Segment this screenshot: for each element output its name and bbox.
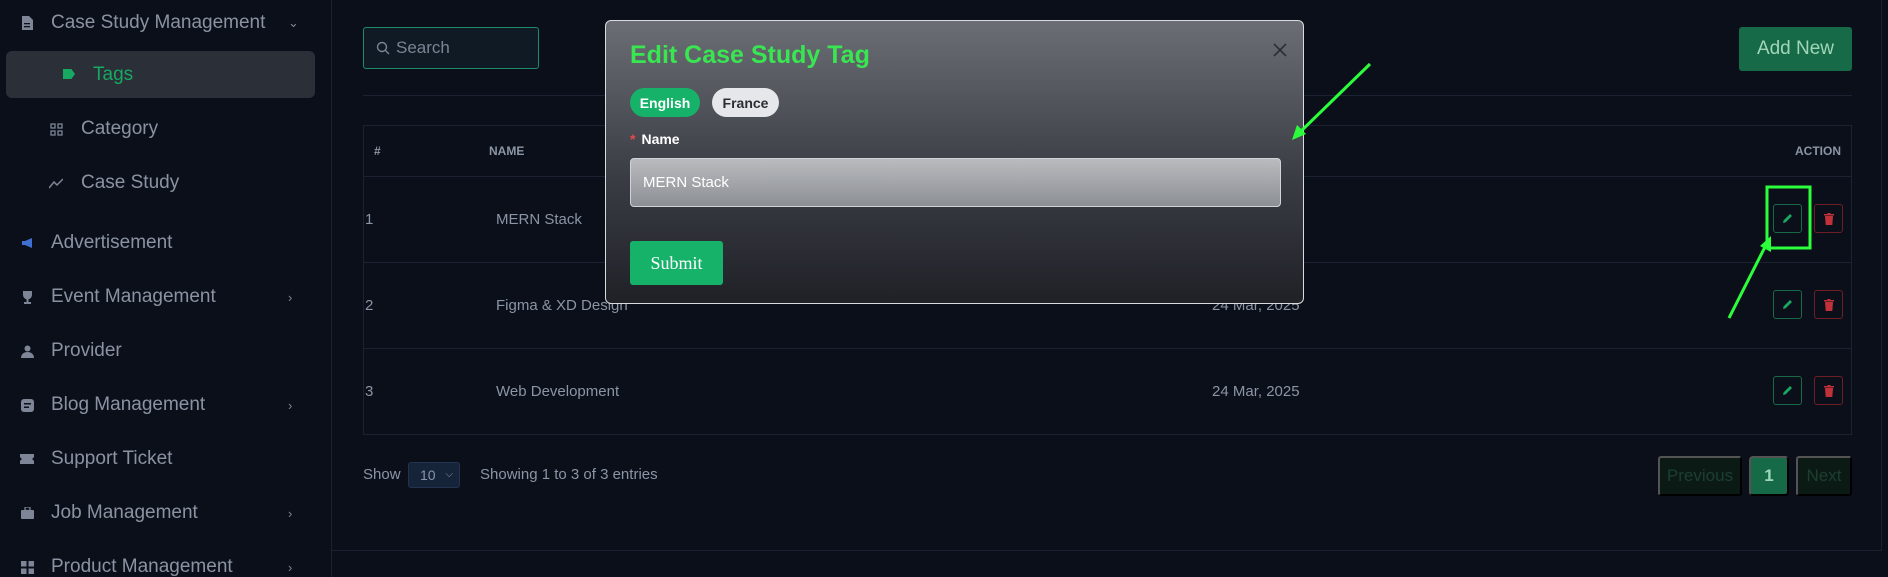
edit-button[interactable] <box>1773 376 1802 405</box>
language-tab-english[interactable]: English <box>630 88 700 117</box>
page-number-button[interactable]: 1 <box>1749 456 1789 496</box>
add-new-button[interactable]: Add New <box>1739 27 1852 71</box>
sidebar-item-tags[interactable]: Tags <box>6 51 315 98</box>
trophy-icon <box>20 290 34 304</box>
sidebar: Case Study Management ⌄ Tags Category Ca… <box>0 0 332 577</box>
previous-page-button[interactable]: Previous <box>1658 456 1742 496</box>
sidebar-item-case-study[interactable]: Case Study <box>0 160 332 206</box>
table-row: 3 Web Development 24 Mar, 2025 <box>364 348 1851 434</box>
sidebar-item-label: Tags <box>93 63 134 85</box>
sidebar-item-label: Case Study Management <box>51 12 266 33</box>
row-number: 2 <box>365 297 374 314</box>
ticket-icon <box>20 452 34 466</box>
name-label-text: Name <box>641 131 680 147</box>
edit-tag-modal: Edit Case Study Tag English France * Name… <box>605 20 1304 304</box>
pencil-icon <box>1783 300 1792 309</box>
search-icon <box>376 41 390 55</box>
pencil-icon <box>1783 386 1792 395</box>
sidebar-item-category[interactable]: Category <box>0 106 332 152</box>
chevron-right-icon: › <box>288 559 293 575</box>
sidebar-item-label: Advertisement <box>51 232 173 253</box>
next-page-button[interactable]: Next <box>1796 456 1852 496</box>
language-tab-france[interactable]: France <box>712 88 779 117</box>
sidebar-item-blog-management[interactable]: Blog Management › <box>0 382 332 428</box>
sidebar-item-advertisement[interactable]: Advertisement <box>0 220 332 266</box>
file-icon <box>20 16 34 30</box>
sidebar-item-provider[interactable]: Provider <box>0 328 332 374</box>
box-icon <box>20 560 34 574</box>
row-name: Web Development <box>496 383 620 400</box>
trash-icon <box>1823 212 1834 225</box>
column-header-number: # <box>374 144 381 158</box>
trend-icon <box>49 176 63 190</box>
page-size-value: 10 <box>420 467 436 483</box>
pencil-icon <box>1783 214 1792 223</box>
sidebar-item-event-management[interactable]: Event Management › <box>0 274 332 320</box>
show-label: Show <box>363 466 401 483</box>
chevron-down-icon: ⌵ <box>445 469 453 480</box>
trash-icon <box>1823 384 1834 397</box>
chevron-right-icon: › <box>288 289 293 305</box>
name-input[interactable] <box>630 158 1281 207</box>
sidebar-item-label: Category <box>81 118 159 139</box>
delete-button[interactable] <box>1814 290 1843 319</box>
search-input[interactable] <box>396 28 536 68</box>
chevron-right-icon: › <box>288 505 293 521</box>
megaphone-icon <box>20 236 34 250</box>
sidebar-item-label: Job Management <box>51 502 198 523</box>
delete-button[interactable] <box>1814 376 1843 405</box>
delete-button[interactable] <box>1814 204 1843 233</box>
sidebar-item-case-study-management[interactable]: Case Study Management ⌄ <box>0 0 332 46</box>
row-date: 24 Mar, 2025 <box>1212 383 1300 400</box>
tag-icon <box>63 69 75 79</box>
entries-info: Showing 1 to 3 of 3 entries <box>480 466 658 483</box>
sidebar-item-job-management[interactable]: Job Management › <box>0 490 332 536</box>
row-number: 1 <box>365 211 374 228</box>
trash-icon <box>1823 298 1834 311</box>
row-name: MERN Stack <box>496 211 582 228</box>
column-header-action: ACTION <box>1795 144 1841 158</box>
sidebar-item-label: Product Management <box>51 556 233 577</box>
chevron-down-icon: ⌄ <box>288 15 299 30</box>
sidebar-item-label: Provider <box>51 340 122 361</box>
close-icon <box>1273 43 1287 57</box>
briefcase-icon <box>20 506 34 520</box>
column-header-name: NAME <box>489 144 525 158</box>
page-size-select[interactable]: 10 ⌵ <box>408 462 460 488</box>
chevron-right-icon: › <box>288 397 293 413</box>
name-label: * Name <box>630 131 680 147</box>
modal-title: Edit Case Study Tag <box>630 41 870 69</box>
required-mark: * <box>630 131 636 147</box>
edit-button[interactable] <box>1773 290 1802 319</box>
sidebar-item-label: Case Study <box>81 172 180 193</box>
close-button[interactable] <box>1268 38 1292 62</box>
submit-button[interactable]: Submit <box>630 241 723 285</box>
sidebar-item-label: Blog Management <box>51 394 206 415</box>
blog-icon <box>20 398 34 412</box>
sidebar-item-label: Event Management <box>51 286 216 307</box>
sidebar-item-label: Support Ticket <box>51 448 173 469</box>
sidebar-item-product-management[interactable]: Product Management › <box>0 544 332 577</box>
sidebar-item-support-ticket[interactable]: Support Ticket <box>0 436 332 482</box>
grid-icon <box>49 122 63 136</box>
row-number: 3 <box>365 383 374 400</box>
person-icon <box>20 344 34 358</box>
search-box[interactable] <box>363 27 539 69</box>
edit-button[interactable] <box>1773 204 1802 233</box>
